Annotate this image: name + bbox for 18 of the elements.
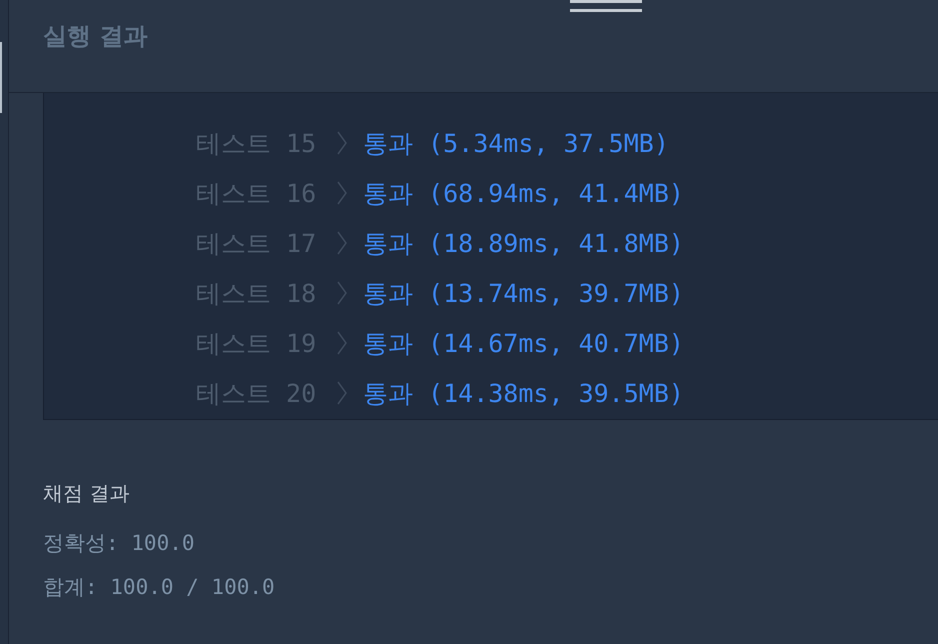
chevron-icon bbox=[337, 381, 347, 405]
chevron-icon bbox=[337, 131, 347, 155]
test-result: 통과 (14.38ms, 39.5MB) bbox=[363, 378, 684, 410]
score-line: 정확성: 100.0 bbox=[43, 530, 196, 557]
test-result: 통과 (13.74ms, 39.7MB) bbox=[363, 278, 684, 310]
test-result: 통과 (18.89ms, 41.8MB) bbox=[363, 228, 684, 260]
drag-handle-icon[interactable] bbox=[570, 0, 642, 13]
chevron-icon bbox=[337, 231, 347, 255]
scrollbar-thumb[interactable] bbox=[0, 42, 2, 113]
test-result: 통과 (14.67ms, 40.7MB) bbox=[363, 328, 684, 360]
chevron-icon bbox=[337, 181, 347, 205]
panel-title: 실행 결과 bbox=[43, 21, 148, 52]
chevron-icon bbox=[337, 331, 347, 355]
chevron-icon bbox=[337, 281, 347, 305]
test-result: 통과 (5.34ms, 37.5MB) bbox=[363, 128, 669, 160]
score-line: 합계: 100.0 / 100.0 bbox=[43, 574, 276, 601]
grading-title: 채점 결과 bbox=[43, 480, 130, 507]
test-result: 통과 (68.94ms, 41.4MB) bbox=[363, 178, 684, 210]
